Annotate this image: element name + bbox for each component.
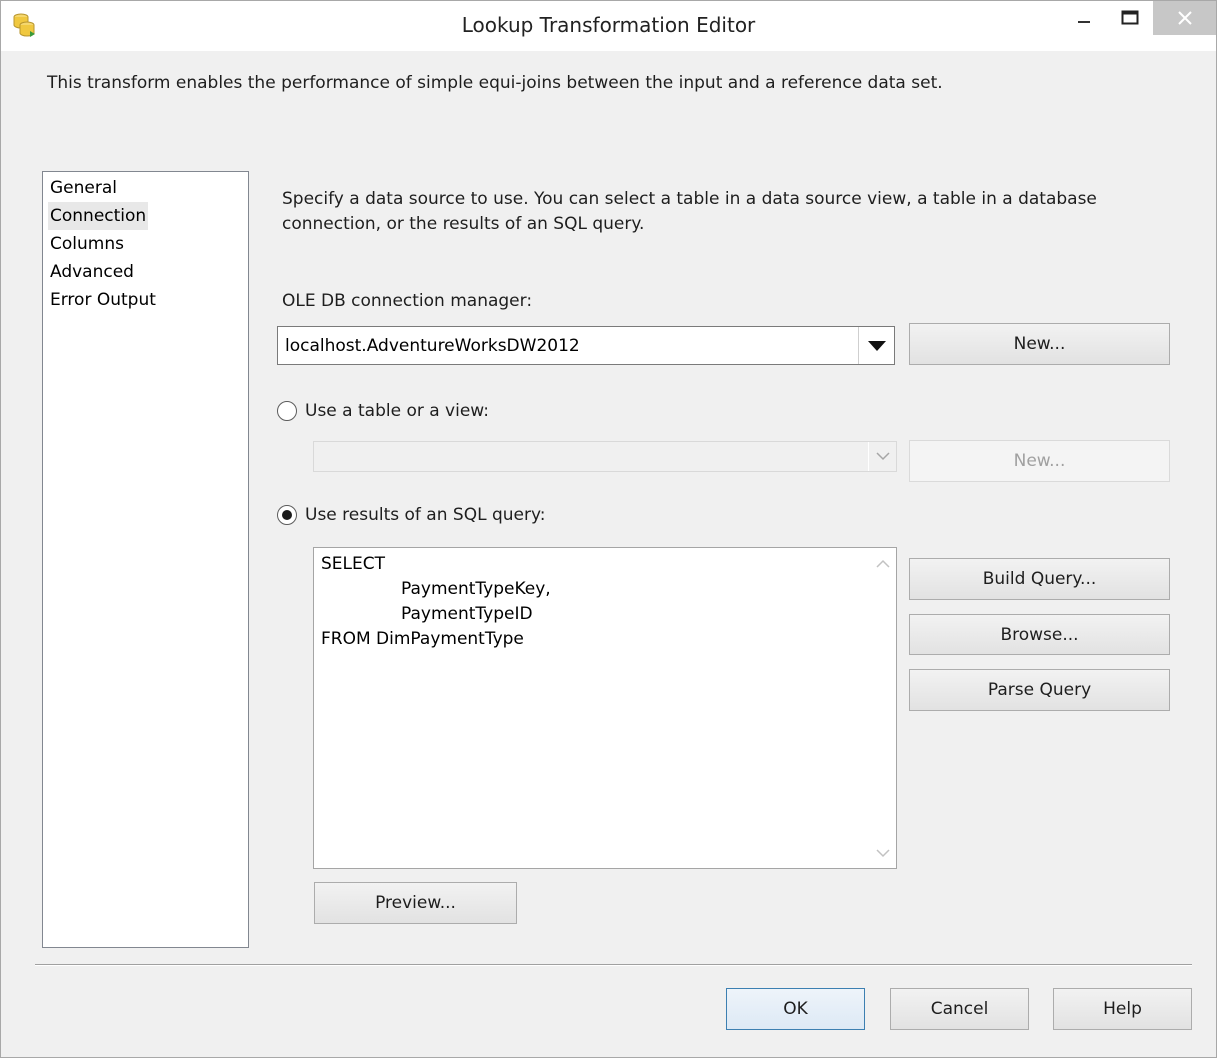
nav-item-connection[interactable]: Connection <box>48 202 149 230</box>
sql-query-text: SELECT PaymentTypeKey, PaymentTypeID FRO… <box>321 552 551 652</box>
browse-button[interactable]: Browse... <box>909 614 1170 655</box>
table-or-view-label: Use a table or a view: <box>305 401 490 421</box>
chevron-down-icon <box>876 848 890 857</box>
ole-db-connection-value: localhost.AdventureWorksDW2012 <box>285 335 580 356</box>
close-icon <box>1177 11 1192 25</box>
new-connection-button[interactable]: New... <box>909 323 1170 365</box>
query-line: SELECT <box>321 554 385 574</box>
query-line: FROM DimPaymentType <box>321 629 524 649</box>
dropdown-button-disabled[interactable] <box>868 442 896 471</box>
close-button[interactable] <box>1153 1 1216 35</box>
new-table-button[interactable]: New... <box>909 440 1170 482</box>
chevron-down-icon <box>875 452 890 461</box>
nav-item-advanced[interactable]: Advanced <box>48 258 136 286</box>
build-query-button[interactable]: Build Query... <box>909 558 1170 600</box>
query-line: PaymentTypeKey, <box>401 579 551 599</box>
scroll-up-button[interactable] <box>870 550 896 576</box>
parse-query-button[interactable]: Parse Query <box>909 669 1170 711</box>
query-line: PaymentTypeID <box>401 604 533 624</box>
nav-panel: General Connection Columns Advanced Erro… <box>42 171 249 948</box>
ok-button[interactable]: OK <box>726 988 865 1030</box>
sql-query-radio[interactable] <box>277 505 297 525</box>
lookup-transformation-editor-window: Lookup Transformation Editor This transf… <box>0 0 1217 1058</box>
sql-query-label: Use results of an SQL query: <box>305 505 546 525</box>
help-button[interactable]: Help <box>1053 988 1192 1030</box>
footer-separator <box>35 964 1192 966</box>
maximize-button[interactable] <box>1107 1 1153 35</box>
scroll-down-button[interactable] <box>870 840 896 866</box>
chevron-up-icon <box>876 559 890 568</box>
ole-db-connection-select[interactable]: localhost.AdventureWorksDW2012 <box>277 326 895 365</box>
sql-query-textarea[interactable]: SELECT PaymentTypeKey, PaymentTypeID FRO… <box>313 547 897 869</box>
table-or-view-select[interactable] <box>313 441 897 472</box>
radio-selected-dot <box>282 510 292 520</box>
query-scrollbar[interactable] <box>870 548 896 868</box>
preview-button[interactable]: Preview... <box>314 882 517 924</box>
connection-instructions: Specify a data source to use. You can se… <box>282 189 1097 234</box>
maximize-icon <box>1121 10 1139 25</box>
minimize-icon <box>1078 21 1090 23</box>
chevron-down-icon <box>867 340 886 351</box>
title-bar[interactable]: Lookup Transformation Editor <box>1 1 1216 51</box>
nav-item-general[interactable]: General <box>48 174 119 202</box>
transform-description: This transform enables the performance o… <box>47 73 943 93</box>
table-or-view-radio[interactable] <box>277 401 297 421</box>
cancel-button[interactable]: Cancel <box>890 988 1029 1030</box>
ole-db-connection-label: OLE DB connection manager: <box>282 291 533 311</box>
dropdown-button[interactable] <box>858 327 894 364</box>
window-title: Lookup Transformation Editor <box>461 13 756 37</box>
minimize-button[interactable] <box>1061 1 1107 35</box>
nav-item-columns[interactable]: Columns <box>48 230 126 258</box>
nav-item-error-output[interactable]: Error Output <box>48 286 158 314</box>
